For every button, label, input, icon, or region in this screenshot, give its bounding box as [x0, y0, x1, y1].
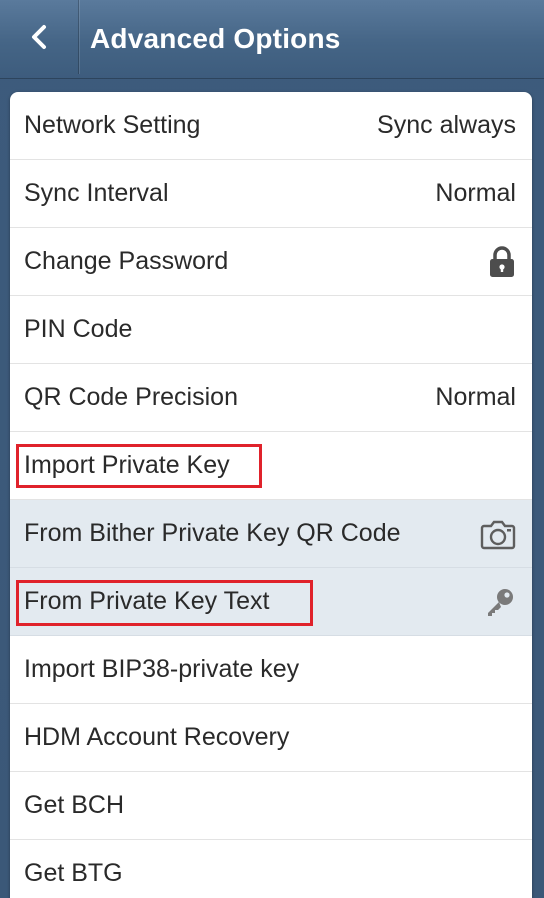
from-private-key-text-row[interactable]: From Private Key Text — [10, 568, 532, 636]
header-bar: Advanced Options — [0, 0, 544, 78]
from-bither-qr-label: From Bither Private Key QR Code — [24, 519, 401, 547]
import-private-key-row[interactable]: Import Private Key — [10, 432, 532, 500]
from-bither-qr-row[interactable]: From Bither Private Key QR Code — [10, 500, 532, 568]
sync-interval-label: Sync Interval — [24, 179, 169, 207]
import-private-key-label: Import Private Key — [24, 451, 230, 479]
hdm-recovery-row[interactable]: HDM Account Recovery — [10, 704, 532, 772]
import-bip38-label: Import BIP38-private key — [24, 655, 300, 683]
get-btg-label: Get BTG — [24, 859, 123, 887]
pin-code-label: PIN Code — [24, 315, 133, 343]
pin-code-row[interactable]: PIN Code — [10, 296, 532, 364]
qr-code-precision-label: QR Code Precision — [24, 383, 238, 411]
lock-icon — [488, 245, 516, 278]
hdm-recovery-label: HDM Account Recovery — [24, 723, 290, 751]
sync-interval-value: Normal — [435, 179, 516, 207]
settings-list: Network Setting Sync always Sync Interva… — [10, 92, 532, 898]
change-password-row[interactable]: Change Password — [10, 228, 532, 296]
network-setting-row[interactable]: Network Setting Sync always — [10, 92, 532, 160]
get-btg-row[interactable]: Get BTG — [10, 840, 532, 898]
sync-interval-row[interactable]: Sync Interval Normal — [10, 160, 532, 228]
network-setting-value: Sync always — [377, 111, 516, 139]
get-bch-row[interactable]: Get BCH — [10, 772, 532, 840]
chevron-left-icon — [32, 25, 46, 49]
get-bch-label: Get BCH — [24, 791, 125, 819]
change-password-label: Change Password — [24, 247, 229, 275]
qr-code-precision-value: Normal — [435, 383, 516, 411]
app-window: Advanced Options Network Setting Sync al… — [0, 0, 544, 898]
page-title: Advanced Options — [90, 23, 341, 54]
from-private-key-text-label: From Private Key Text — [24, 587, 270, 615]
camera-icon — [480, 518, 516, 550]
network-setting-label: Network Setting — [24, 111, 201, 139]
qr-code-precision-row[interactable]: QR Code Precision Normal — [10, 364, 532, 432]
import-bip38-row[interactable]: Import BIP38-private key — [10, 636, 532, 704]
key-icon — [484, 586, 516, 618]
back-button[interactable] — [0, 0, 79, 74]
